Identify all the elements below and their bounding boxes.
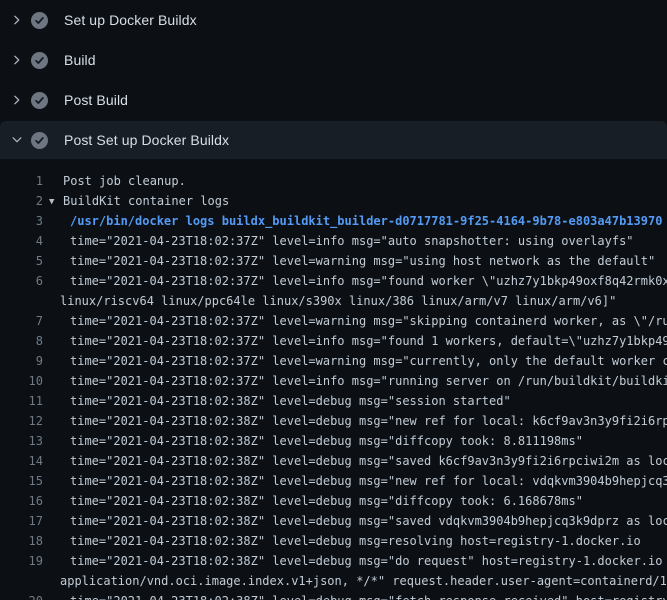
log-line-number[interactable]: 5 [0,251,43,271]
chevron-right-icon [10,53,24,67]
step-header[interactable]: Set up Docker Buildx [0,0,667,40]
step-title: Post Build [64,92,128,108]
check-circle-icon [31,52,48,69]
chevron-right-icon [10,93,24,107]
step-header[interactable]: Post Set up Docker Buildx [0,121,667,159]
log-line-number[interactable]: 12 [0,411,43,431]
check-circle-icon [31,92,48,109]
log-line-number[interactable]: 19 [0,551,43,571]
log-line-text: time="2021-04-23T18:02:38Z" level=debug … [70,491,583,511]
log-line: 19 time="2021-04-23T18:02:38Z" level=deb… [0,551,667,571]
actions-log-viewer: Set up Docker Buildx Build [0,0,667,600]
log-line-number[interactable] [0,571,43,591]
log-line-number[interactable]: 14 [0,451,43,471]
log-line: 18 time="2021-04-23T18:02:38Z" level=deb… [0,531,667,551]
log-line-number[interactable]: 10 [0,371,43,391]
log-line-text: time="2021-04-23T18:02:38Z" level=debug … [70,411,667,431]
log-line-text: application/vnd.oci.image.index.v1+json,… [60,571,667,591]
log-line-text: time="2021-04-23T18:02:37Z" level=info m… [70,371,667,391]
log-area: 1 Post job cleanup. 2 ▼BuildKit containe… [0,159,667,600]
group-toggle-icon[interactable]: ▼ [49,192,63,211]
log-line-text: time="2021-04-23T18:02:37Z" level=warnin… [70,311,667,331]
log-line-text: time="2021-04-23T18:02:37Z" level=info m… [70,271,667,291]
log-line: 16 time="2021-04-23T18:02:38Z" level=deb… [0,491,667,511]
log-line: 11 time="2021-04-23T18:02:38Z" level=deb… [0,391,667,411]
log-line-text: time="2021-04-23T18:02:37Z" level=info m… [70,231,634,251]
log-line-text: time="2021-04-23T18:02:37Z" level=info m… [70,331,667,351]
log-line-number[interactable]: 15 [0,471,43,491]
log-line: linux/riscv64 linux/ppc64le linux/s390x … [0,291,667,311]
log-line: 2 ▼BuildKit container logs [0,191,667,211]
log-line-text: time="2021-04-23T18:02:38Z" level=debug … [70,531,641,551]
log-line-number[interactable]: 11 [0,391,43,411]
log-line-number[interactable]: 4 [0,231,43,251]
chevron-right-icon [10,13,24,27]
log-line-text: Post job cleanup. [63,171,186,191]
step-title: Set up Docker Buildx [64,12,197,28]
log-line-text: ▼BuildKit container logs [49,191,229,211]
log-line-number[interactable]: 1 [0,171,43,191]
log-line-number[interactable]: 20 [0,591,43,600]
log-line-number[interactable]: 2 [0,191,43,211]
log-line: 17 time="2021-04-23T18:02:38Z" level=deb… [0,511,667,531]
log-line-text: time="2021-04-23T18:02:37Z" level=warnin… [70,251,655,271]
log-line-text: time="2021-04-23T18:02:38Z" level=debug … [70,391,511,411]
step-header[interactable]: Post Build [0,80,667,120]
log-line: 20 time="2021-04-23T18:02:38Z" level=deb… [0,591,667,600]
step-title: Build [64,52,96,68]
log-line-text: time="2021-04-23T18:02:37Z" level=warnin… [70,351,667,371]
log-line-text: time="2021-04-23T18:02:38Z" level=debug … [70,431,583,451]
log-line-text: time="2021-04-23T18:02:38Z" level=debug … [70,471,667,491]
log-line-number[interactable]: 16 [0,491,43,511]
check-circle-icon [31,132,48,149]
log-line-text: time="2021-04-23T18:02:38Z" level=debug … [70,511,667,531]
log-line-text: /usr/bin/docker logs buildx_buildkit_bui… [70,211,662,231]
log-line-text: time="2021-04-23T18:02:38Z" level=debug … [70,591,667,600]
log-line: 15 time="2021-04-23T18:02:38Z" level=deb… [0,471,667,491]
log-line-text: linux/riscv64 linux/ppc64le linux/s390x … [60,291,616,311]
log-line-number[interactable]: 9 [0,351,43,371]
steps-list: Set up Docker Buildx Build [0,0,667,159]
chevron-down-icon [10,133,24,147]
log-line-number[interactable]: 3 [0,211,43,231]
log-line-number[interactable]: 18 [0,531,43,551]
log-line: 8 time="2021-04-23T18:02:37Z" level=info… [0,331,667,351]
log-line: 13 time="2021-04-23T18:02:38Z" level=deb… [0,431,667,451]
log-line: 9 time="2021-04-23T18:02:37Z" level=warn… [0,351,667,371]
log-line: 14 time="2021-04-23T18:02:38Z" level=deb… [0,451,667,471]
log-line: application/vnd.oci.image.index.v1+json,… [0,571,667,591]
log-line: 1 Post job cleanup. [0,171,667,191]
check-circle-icon [31,12,48,29]
log-line: 6 time="2021-04-23T18:02:37Z" level=info… [0,271,667,291]
log-line: 12 time="2021-04-23T18:02:38Z" level=deb… [0,411,667,431]
log-line: 7 time="2021-04-23T18:02:37Z" level=warn… [0,311,667,331]
log-line-text: time="2021-04-23T18:02:38Z" level=debug … [70,551,667,571]
log-line-number[interactable]: 8 [0,331,43,351]
log-line-number[interactable]: 13 [0,431,43,451]
step-title: Post Set up Docker Buildx [64,132,229,148]
log-line-number[interactable]: 7 [0,311,43,331]
log-line-number[interactable] [0,291,43,311]
log-line: 10 time="2021-04-23T18:02:37Z" level=inf… [0,371,667,391]
log-line: 3 /usr/bin/docker logs buildx_buildkit_b… [0,211,667,231]
log-line-number[interactable]: 17 [0,511,43,531]
log-line: 5 time="2021-04-23T18:02:37Z" level=warn… [0,251,667,271]
log-line: 4 time="2021-04-23T18:02:37Z" level=info… [0,231,667,251]
log-line-text: time="2021-04-23T18:02:38Z" level=debug … [70,451,667,471]
log-line-number[interactable]: 6 [0,271,43,291]
group-label[interactable]: BuildKit container logs [63,194,229,208]
step-header[interactable]: Build [0,40,667,80]
